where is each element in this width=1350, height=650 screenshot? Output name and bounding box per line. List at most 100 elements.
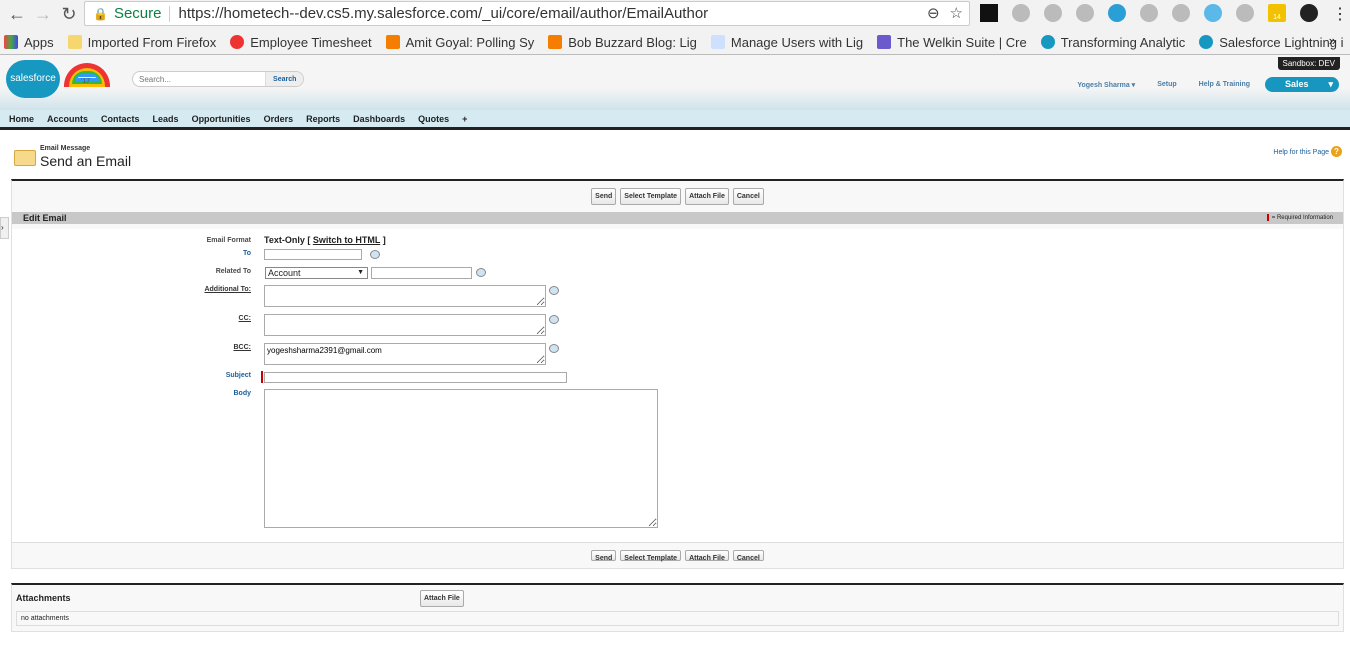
related-to-input[interactable] [371,267,472,279]
forward-icon[interactable]: → [32,4,54,25]
address-bar[interactable]: 🔒 Secure https://hometech--dev.cs5.my.sa… [84,1,970,26]
sidebar-toggle[interactable]: › [0,217,9,239]
more-bookmarks[interactable]: » [1329,33,1336,48]
bookmark-item[interactable]: Manage Users with Lig [710,35,863,50]
cc-input[interactable] [264,314,546,336]
extension-icon[interactable] [1108,4,1126,22]
email-format-value: Text-Only [ Switch to HTML ] [264,235,386,245]
attach-file-button[interactable]: Attach File [685,550,729,562]
lookup-icon[interactable] [370,250,380,259]
lookup-icon[interactable] [549,286,559,295]
tab-opportunities[interactable]: Opportunities [192,114,251,124]
search-button[interactable]: Search [265,72,303,86]
lookup-icon[interactable] [549,344,559,353]
to-label: To [242,250,251,257]
tab-dashboards[interactable]: Dashboards [353,114,405,124]
related-to-select[interactable]: Account ▼ [265,267,368,279]
tab-home[interactable]: Home [9,114,34,124]
extension-icon[interactable] [1300,4,1318,22]
folder-icon [67,35,82,49]
salesforce-logo[interactable]: salesforce [6,60,60,98]
cancel-button[interactable]: Cancel [732,550,764,562]
search-box: Search [132,71,304,87]
extension-icon[interactable] [1204,4,1222,22]
setup-link[interactable]: Setup [1157,81,1176,89]
extension-icon[interactable] [1012,4,1030,22]
bookmark-item[interactable]: Amit Goyal: Polling Sy [385,35,534,50]
tab-contacts[interactable]: Contacts [101,114,140,124]
bookmark-apps[interactable]: Apps [4,35,54,50]
salesforce-cloud-icon [1199,35,1214,49]
help-icon: ? [1331,146,1342,157]
reload-icon[interactable]: ↻ [58,4,80,25]
help-training-link[interactable]: Help & Training [1199,81,1250,89]
attachments-panel: Attachments Attach File no attachments [11,583,1344,632]
bookmark-item[interactable]: Bob Buzzard Blog: Lig [548,35,697,50]
extension-icon[interactable] [1140,4,1158,22]
apps-icon [4,35,18,49]
sandbox-badge: Sandbox: DEV [1277,57,1340,70]
edit-email-panel: Send Select Template Attach File Cancel … [11,179,1344,569]
secure-label: Secure [113,5,162,22]
extension-icon[interactable] [980,4,998,22]
back-icon[interactable]: ← [6,4,28,25]
tab-orders[interactable]: Orders [264,114,294,124]
menu-icon[interactable]: ⋮ [1332,4,1348,23]
related-to-label: Related To [215,268,251,275]
section-header: Edit Email = Required Information [12,212,1343,224]
zoom-icon[interactable]: ⊖ [927,4,940,22]
salesforce-cloud-icon [1040,35,1055,49]
bookmark-item[interactable]: Employee Timesheet [230,35,372,50]
sb-icon [710,35,725,49]
subject-input[interactable] [264,372,567,383]
extension-icon[interactable] [1236,4,1254,22]
bookmark-item[interactable]: Transforming Analytic [1040,35,1185,50]
tab-all-plus[interactable]: + [462,114,467,124]
bookmark-item[interactable]: Imported From Firefox [67,35,216,50]
required-indicator [261,371,263,383]
select-template-button[interactable]: Select Template [620,550,682,562]
bcc-input[interactable]: yogeshsharma2391@gmail.com [264,343,546,365]
tab-accounts[interactable]: Accounts [47,114,88,124]
attachments-title: Attachments [16,593,71,603]
switch-to-html-link[interactable]: Switch to HTML [313,235,380,245]
no-attachments-text: no attachments [16,611,1339,626]
tab-quotes[interactable]: Quotes [418,114,449,124]
user-menu[interactable]: Yogesh Sharma ▾ [1077,81,1135,89]
welkin-icon [877,35,892,49]
tab-leads[interactable]: Leads [153,114,179,124]
send-button[interactable]: Send [591,188,617,205]
cancel-button[interactable]: Cancel [732,188,764,205]
bottom-button-row: Send Select Template Attach File Cancel [12,542,1343,568]
extension-icon[interactable] [1076,4,1094,22]
help-for-page-link[interactable]: Help for this Page ? [1273,146,1342,157]
bookmark-star-icon[interactable]: ☆ [950,4,963,22]
send-button[interactable]: Send [591,550,617,562]
bookmark-icon [230,35,245,49]
additional-to-input[interactable] [264,285,546,307]
top-button-row: Send Select Template Attach File Cancel [12,181,1343,212]
email-envelope-icon [14,150,36,166]
bcc-label[interactable]: BCC: [234,344,252,351]
bookmark-item[interactable]: Salesforce Lightning i [1199,35,1344,50]
attach-file-button[interactable]: Attach File [420,590,464,607]
extension-icon[interactable] [1044,4,1062,22]
bookmark-item[interactable]: The Welkin Suite | Cre [877,35,1027,50]
extension-icon[interactable] [1172,4,1190,22]
body-input[interactable] [264,389,658,528]
lookup-icon[interactable] [476,268,486,277]
app-switcher[interactable]: Sales ▾ [1265,77,1339,92]
select-template-button[interactable]: Select Template [620,188,682,205]
cc-label[interactable]: CC: [239,315,251,322]
lookup-icon[interactable] [549,315,559,324]
to-input[interactable] [264,249,362,260]
attach-file-button[interactable]: Attach File [685,188,729,205]
sf-header: salesforce '17 Search Sandbox: DEV Yoges… [0,55,1350,110]
search-input[interactable] [133,72,266,86]
additional-to-label[interactable]: Additional To: [204,286,251,293]
url-text[interactable]: https://hometech--dev.cs5.my.salesforce.… [178,5,708,22]
tab-reports[interactable]: Reports [306,114,340,124]
blogger-icon [385,35,400,49]
form-area: Email Format Text-Only [ Switch to HTML … [12,229,1343,542]
extension-icon[interactable]: 14 [1268,4,1286,22]
